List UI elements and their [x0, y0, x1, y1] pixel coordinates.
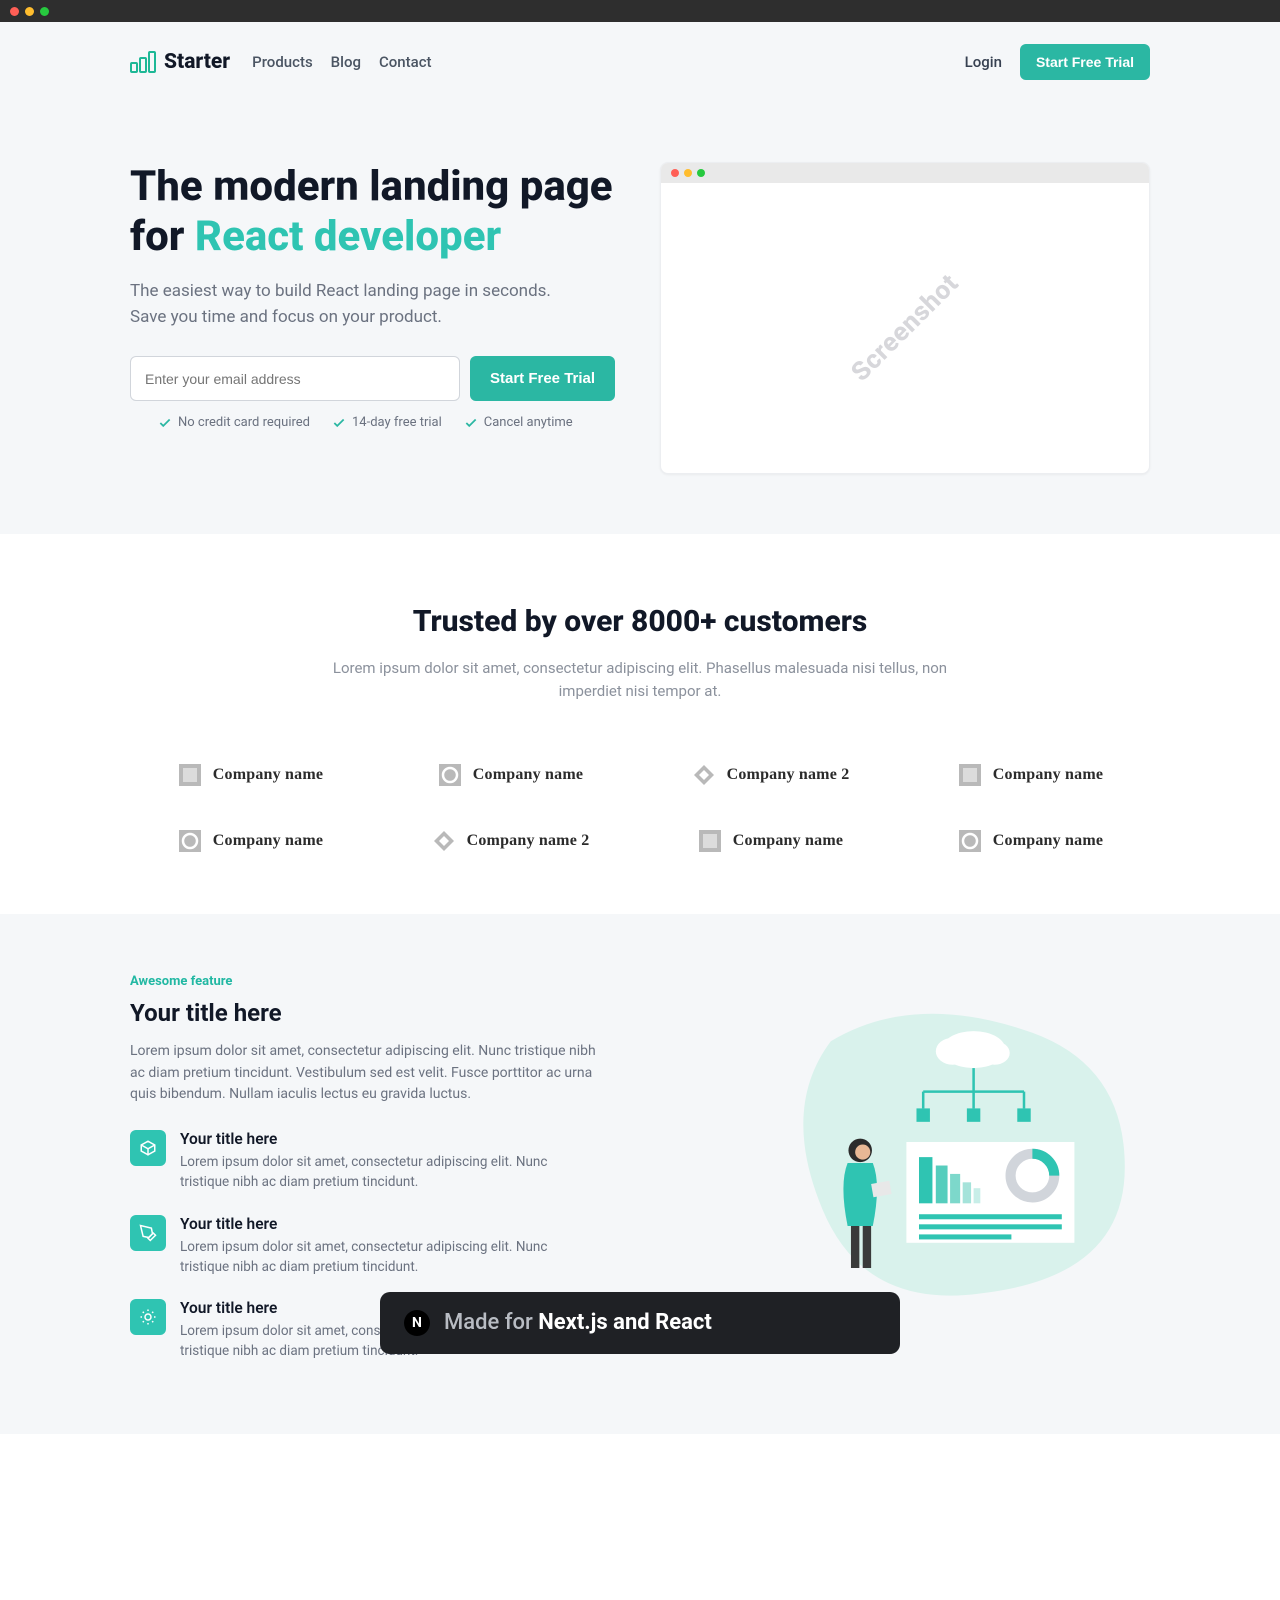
- company-name: Company name: [993, 766, 1103, 784]
- company-mark-icon: [697, 828, 723, 854]
- feature-item: Your title here Lorem ipsum dolor sit ame…: [130, 1130, 690, 1193]
- company-mark-icon: [437, 762, 463, 788]
- feature-desc: Lorem ipsum dolor sit amet, consectetur …: [130, 1041, 610, 1106]
- toast-strong: Next.js and React: [538, 1310, 712, 1335]
- feature-illustration: [730, 974, 1150, 1327]
- feature-icon: [130, 1130, 166, 1166]
- company-logo: Company name: [910, 828, 1150, 854]
- hero-title: The modern landing page for React develo…: [130, 162, 630, 261]
- feature-item-desc: Lorem ipsum dolor sit amet, consectetur …: [180, 1152, 580, 1193]
- hero-screenshot-window: Screenshot: [660, 162, 1150, 474]
- company-logo: Company name 2: [390, 828, 630, 854]
- company-logo: Company name: [390, 762, 630, 788]
- nav-link-blog[interactable]: Blog: [331, 53, 361, 71]
- nextjs-icon: N: [404, 1310, 430, 1336]
- feature-item-desc: Lorem ipsum dolor sit amet, consectetur …: [180, 1237, 580, 1278]
- feature-item-title: Your title here: [180, 1215, 580, 1233]
- check-icon: [464, 416, 478, 430]
- window-close-dot[interactable]: [10, 7, 19, 16]
- company-logo: Company name: [130, 828, 370, 854]
- window-min-dot[interactable]: [25, 7, 34, 16]
- framework-toast: N Made for Next.js and React: [380, 1292, 900, 1354]
- hero-cta-button[interactable]: Start Free Trial: [470, 356, 615, 401]
- company-name: Company name: [213, 832, 323, 850]
- brand-name: Starter: [164, 50, 230, 74]
- company-name: Company name: [733, 832, 843, 850]
- benefit-text: Cancel anytime: [484, 415, 573, 430]
- logo[interactable]: Starter: [130, 50, 230, 74]
- company-mark-icon: [431, 828, 457, 854]
- company-mark-icon: [691, 762, 717, 788]
- window-max-dot[interactable]: [40, 7, 49, 16]
- feature-eyebrow: Awesome feature: [130, 974, 690, 989]
- nav-cta-button[interactable]: Start Free Trial: [1020, 44, 1150, 80]
- window-dot-icon: [684, 169, 692, 177]
- company-name: Company name: [213, 766, 323, 784]
- hero-description: The easiest way to build React landing p…: [130, 279, 570, 330]
- company-logo: Company name: [130, 762, 370, 788]
- window-dot-icon: [671, 169, 679, 177]
- company-name: Company name 2: [727, 766, 850, 784]
- window-dot-icon: [697, 169, 705, 177]
- feature-title: Your title here: [130, 999, 690, 1027]
- company-logo: Company name 2: [650, 762, 890, 788]
- top-nav: Starter Products Blog Contact Login Star…: [130, 22, 1150, 102]
- trusted-sub: Lorem ipsum dolor sit amet, consectetur …: [320, 657, 960, 702]
- benefit-item: Cancel anytime: [464, 415, 573, 430]
- benefit-item: No credit card required: [158, 415, 310, 430]
- toast-pre: Made for: [444, 1310, 538, 1335]
- company-logo: Company name: [650, 828, 890, 854]
- company-mark-icon: [957, 828, 983, 854]
- screenshot-titlebar: [661, 163, 1149, 183]
- company-mark-icon: [177, 828, 203, 854]
- benefit-text: 14-day free trial: [352, 415, 442, 430]
- company-name: Company name: [473, 766, 583, 784]
- company-mark-icon: [177, 762, 203, 788]
- nav-link-products[interactable]: Products: [252, 53, 313, 71]
- company-name: Company name 2: [467, 832, 590, 850]
- benefit-item: 14-day free trial: [332, 415, 442, 430]
- company-name: Company name: [993, 832, 1103, 850]
- company-logo: Company name: [910, 762, 1150, 788]
- feature-icon: [130, 1215, 166, 1251]
- email-input[interactable]: [130, 356, 460, 401]
- feature-icon: [130, 1299, 166, 1335]
- feature-item-title: Your title here: [180, 1130, 580, 1148]
- logo-icon: [130, 51, 156, 73]
- browser-titlebar: [0, 0, 1280, 22]
- feature-item: Your title here Lorem ipsum dolor sit ame…: [130, 1215, 690, 1278]
- benefit-text: No credit card required: [178, 415, 310, 430]
- trusted-heading: Trusted by over 8000+ customers: [130, 604, 1150, 639]
- check-icon: [332, 416, 346, 430]
- company-mark-icon: [957, 762, 983, 788]
- check-icon: [158, 416, 172, 430]
- nav-link-contact[interactable]: Contact: [379, 53, 432, 71]
- login-link[interactable]: Login: [965, 53, 1002, 71]
- screenshot-placeholder: Screenshot: [845, 268, 964, 387]
- hero-title-highlight: React developer: [195, 212, 501, 261]
